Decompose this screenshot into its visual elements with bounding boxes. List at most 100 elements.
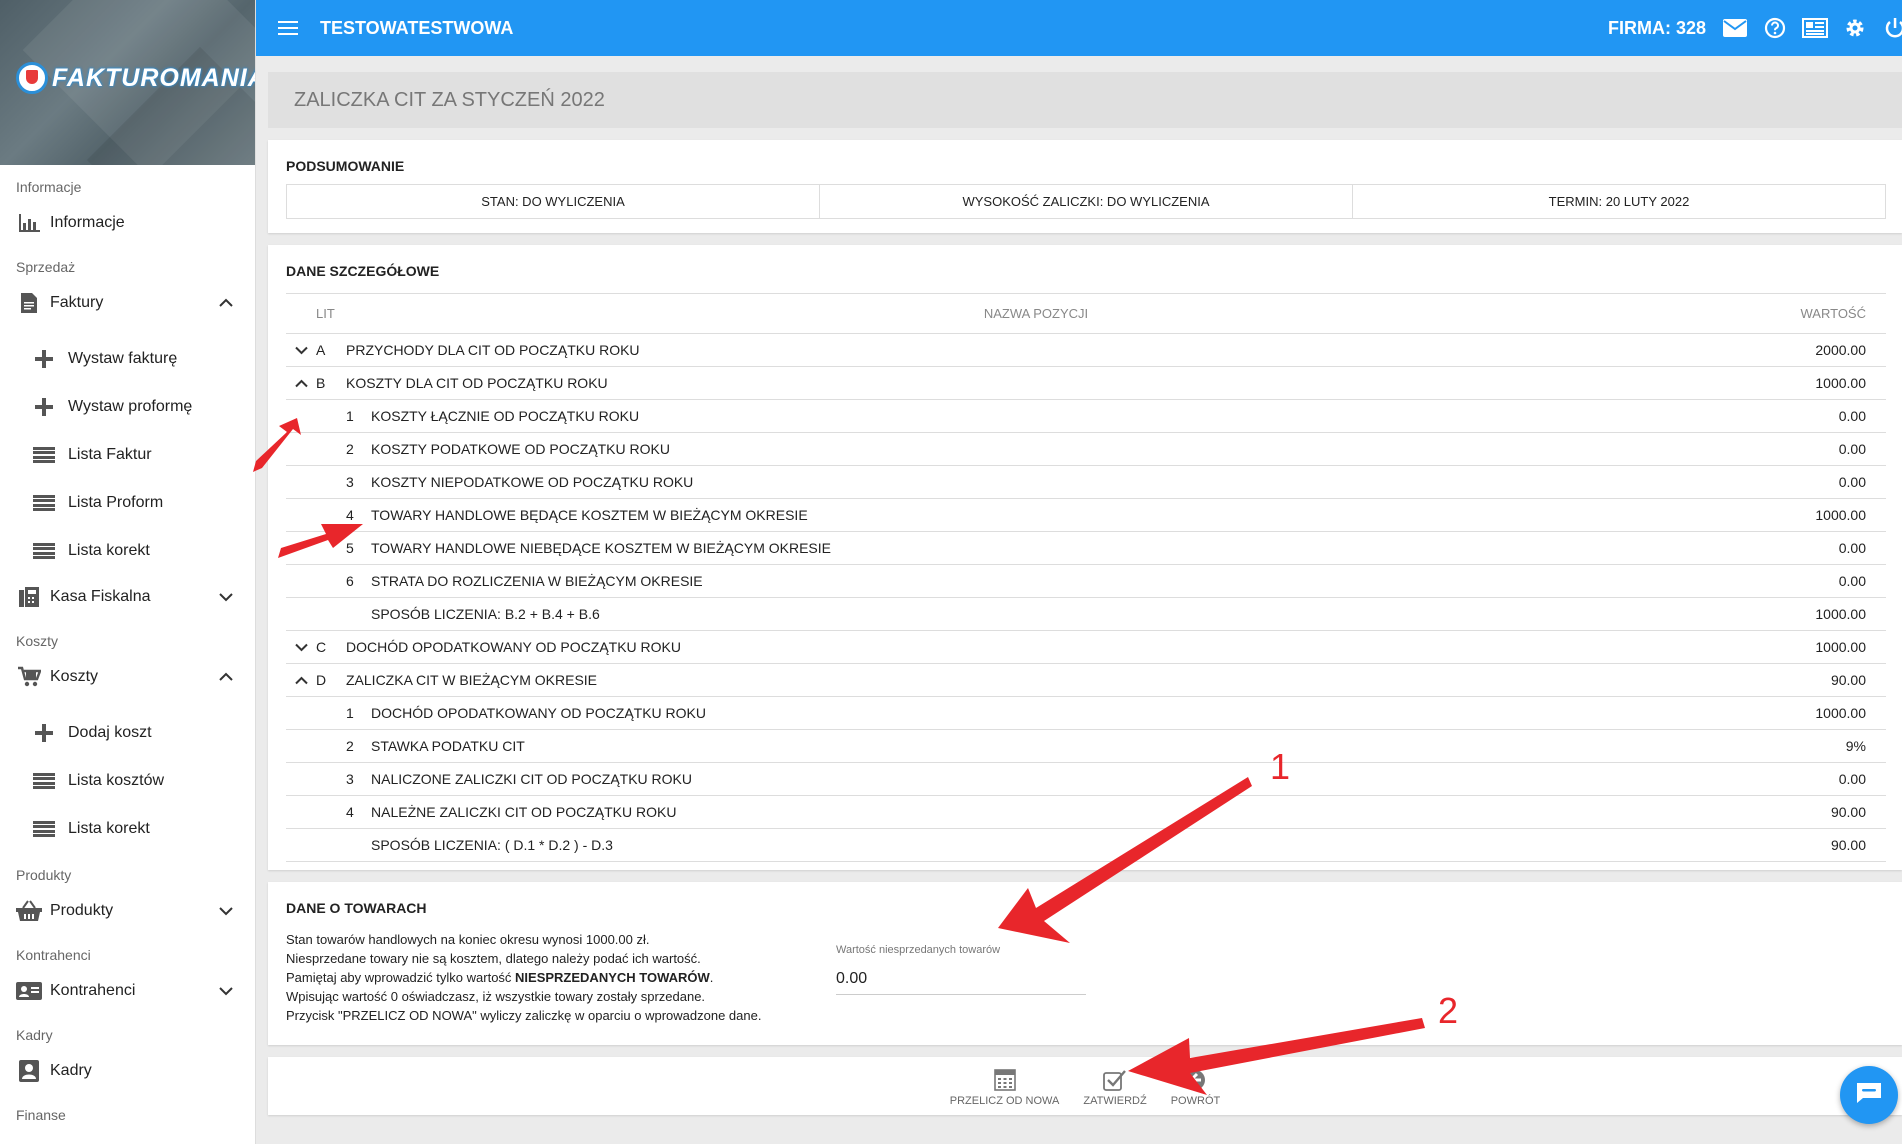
sidebar-item-faktury[interactable]: Faktury (0, 281, 255, 325)
help-icon[interactable] (1762, 15, 1788, 41)
row-lit: D (316, 663, 346, 697)
sidebar-item-koszty[interactable]: Koszty (0, 655, 255, 699)
goods-info-line: Niesprzedane towary nie są kosztem, dlat… (286, 951, 701, 966)
confirm-button[interactable]: ZATWIERDŹ (1083, 1068, 1147, 1107)
sidebar-item-label: Produkty (50, 902, 114, 919)
status-value: STAN: DO WYLICZENIA (287, 185, 820, 218)
row-name-text: STRATA DO ROZLICZENIA W BIEŻĄCYM OKRESIE (371, 573, 703, 589)
mail-icon[interactable] (1722, 15, 1748, 41)
row-name: 3 KOSZTY NIEPODATKOWE OD POCZĄTKU ROKU (346, 465, 1726, 499)
details-card: DANE SZCZEGÓŁOWE LIT NAZWA POZYCJI WARTO… (268, 245, 1902, 870)
logo-area: FAKTUROMANIA (0, 0, 255, 165)
row-name: 5 TOWARY HANDLOWE NIEBĘDĄCE KOSZTEM W BIE… (346, 531, 1726, 565)
sidebar-item-label: Kontrahenci (50, 982, 136, 999)
firma-label: FIRMA: 328 (1607, 17, 1706, 38)
logo-text: FAKTUROMANIA (52, 63, 255, 92)
sidebar-item-lista-korekt[interactable]: Lista korekt (0, 527, 255, 575)
sidebar-item-dodaj-koszt[interactable]: Dodaj koszt (0, 709, 255, 757)
sidebar-item-label: Lista kosztów (68, 772, 165, 789)
sidebar-item-kontrahenci[interactable]: Kontrahenci (0, 969, 255, 1013)
row-lit (316, 498, 346, 532)
row-name-text: TOWARY HANDLOWE BĘDĄCE KOSZTEM W BIEŻĄCY… (371, 507, 808, 523)
plus-icon (32, 350, 56, 368)
recalculate-label: PRZELICZ OD NOWA (949, 1095, 1060, 1107)
sidebar-item-lista-faktur[interactable]: Lista Faktur (0, 431, 255, 479)
row-name: PRZYCHODY DLA CIT OD POCZĄTKU ROKU (346, 333, 1726, 367)
table-row[interactable]: B KOSZTY DLA CIT OD POCZĄTKU ROKU 1000.00 (286, 366, 1886, 400)
table-row[interactable]: D ZALICZKA CIT W BIEŻĄCYM OKRESIE 90.00 (286, 663, 1886, 697)
sidebar-item-kasa-fiskalna[interactable]: Kasa Fiskalna (0, 575, 255, 619)
power-icon[interactable] (1882, 15, 1902, 41)
sidebar-item-informacje[interactable]: Informacje (0, 201, 255, 245)
row-sub-lit: 4 (346, 804, 354, 820)
news-icon[interactable] (1802, 15, 1828, 41)
goods-info-line: Przycisk "PRZELICZ OD NOWA" wyliczy zali… (286, 1008, 762, 1023)
row-name-text: STAWKA PODATKU CIT (371, 738, 525, 754)
row-value: 1000.00 (1726, 696, 1886, 730)
logo-icon (16, 62, 48, 94)
row-name: KOSZTY DLA CIT OD POCZĄTKU ROKU (346, 366, 1726, 400)
collapse-chevron-icon[interactable] (286, 663, 316, 697)
person-badge-icon (16, 1060, 42, 1082)
column-header-name: NAZWA POZYCJI (346, 293, 1726, 334)
row-value: 0.00 (1726, 564, 1886, 598)
table-row[interactable]: C DOCHÓD OPODATKOWANY OD POCZĄTKU ROKU 100… (286, 630, 1886, 664)
row-lit: A (316, 333, 346, 367)
row-value: 0.00 (1726, 531, 1886, 565)
row-name-text: NALICZONE ZALICZKI CIT OD POCZĄTKU ROKU (371, 771, 693, 787)
annotation-number-2: 2 (1438, 990, 1459, 1031)
row-value: 1000.00 (1726, 366, 1886, 400)
list-icon (32, 773, 56, 789)
app-logo[interactable]: FAKTUROMANIA (16, 62, 255, 94)
row-name-text: SPOSÓB LICZENIA: ( D.1 * D.2 ) - D.3 (371, 837, 613, 853)
sidebar-item-lista-proform[interactable]: Lista Proform (0, 479, 255, 527)
sidebar-item-lista-kosztow[interactable]: Lista kosztów (0, 757, 255, 805)
row-lit (316, 432, 346, 466)
chevron-down-icon (219, 903, 239, 919)
table-row: 4 TOWARY HANDLOWE BĘDĄCE KOSZTEM W BIEŻĄC… (286, 498, 1886, 532)
back-button[interactable]: POWRÓT (1171, 1068, 1220, 1107)
sidebar-item-wystaw-fakture[interactable]: Wystaw fakturę (0, 335, 255, 383)
unsold-goods-field: Wartość niesprzedanych towarów 0.00 (836, 944, 1086, 1025)
chevron-up-icon (219, 669, 239, 685)
goods-title: DANE O TOWARACH (286, 900, 427, 916)
row-name-text: KOSZTY NIEPODATKOWE OD POCZĄTKU ROKU (371, 474, 694, 490)
settings-icon[interactable] (1842, 15, 1868, 41)
id-card-icon (16, 980, 42, 1002)
row-lit (316, 465, 346, 499)
row-value: 1000.00 (1726, 630, 1886, 664)
row-name-text: TOWARY HANDLOWE NIEBĘDĄCE KOSZTEM W BIEŻ… (371, 540, 831, 556)
sidebar-item-produkty[interactable]: Produkty (0, 889, 255, 933)
sidebar-item-label: Kadry (50, 1062, 92, 1079)
sidebar-item-wystaw-proforme[interactable]: Wystaw proformę (0, 383, 255, 431)
row-lit (316, 597, 346, 631)
main-content: ZALICZKA CIT ZA STYCZEŃ 2022 PODSUMOWANI… (268, 56, 1902, 1115)
collapse-chevron-icon[interactable] (286, 366, 316, 400)
sidebar-item-label: Lista Faktur (68, 446, 152, 463)
row-lit (316, 696, 346, 730)
chat-button[interactable] (1840, 1066, 1898, 1124)
unsold-goods-input[interactable]: 0.00 (836, 962, 1086, 995)
sidebar-item-label: Faktury (50, 294, 104, 311)
table-row[interactable]: A PRZYCHODY DLA CIT OD POCZĄTKU ROKU 2000.… (286, 333, 1886, 367)
expand-chevron-icon[interactable] (286, 333, 316, 367)
row-value: 90.00 (1726, 663, 1886, 697)
list-icon (32, 543, 56, 559)
table-row: 2 STAWKA PODATKU CIT 9% (286, 729, 1886, 763)
sidebar-item-kadry[interactable]: Kadry (0, 1049, 255, 1093)
row-value: 0.00 (1726, 432, 1886, 466)
row-name: 3 NALICZONE ZALICZKI CIT OD POCZĄTKU ROKU (346, 762, 1726, 796)
table-row: 4 NALEŻNE ZALICZKI CIT OD POCZĄTKU ROKU 90… (286, 795, 1886, 829)
section-sprzedaz: Sprzedaż (16, 259, 76, 275)
expand-chevron-icon[interactable] (286, 630, 316, 664)
sidebar: FAKTUROMANIA Informacje Informacje Sprze… (0, 0, 256, 1144)
row-sub-lit: 1 (346, 408, 354, 424)
section-finanse: Finanse (16, 1107, 66, 1123)
goods-info-line: Pamiętaj aby wprowadzić tylko wartość NI… (286, 970, 714, 985)
row-value: 90.00 (1726, 828, 1886, 862)
page-title: ZALICZKA CIT ZA STYCZEŃ 2022 (268, 72, 1902, 128)
sidebar-item-lista-korekt-koszty[interactable]: Lista korekt (0, 805, 255, 853)
menu-icon[interactable] (278, 21, 298, 35)
basket-icon (16, 900, 42, 922)
recalculate-button[interactable]: PRZELICZ OD NOWA (949, 1068, 1060, 1107)
